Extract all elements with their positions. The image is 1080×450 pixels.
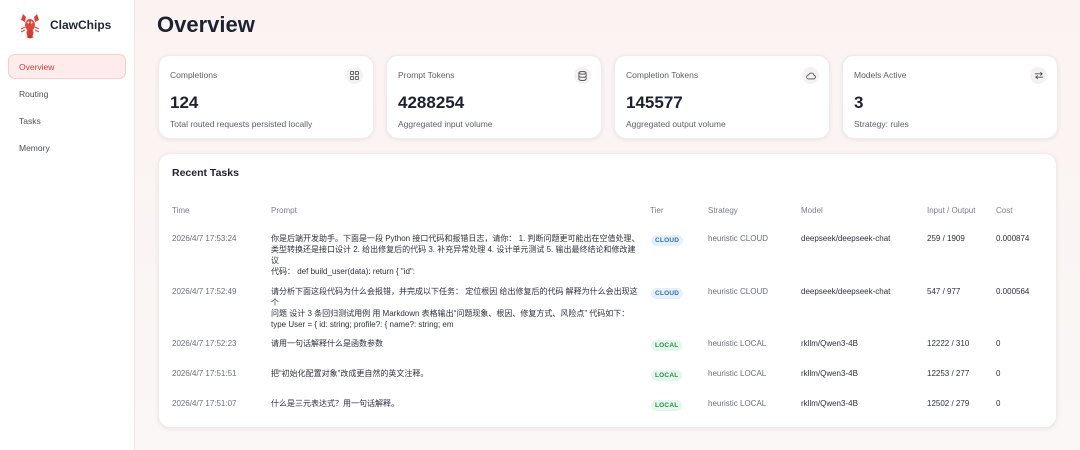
task-input-output: 259 / 1909 xyxy=(927,234,965,243)
task-strategy: heuristic CLOUD xyxy=(708,234,769,243)
sidebar-item-memory[interactable]: Memory xyxy=(8,135,126,160)
task-prompt-line: 问题 设计 3 条回归测试用例 用 Markdown 表格输出“问题现象、根因、… xyxy=(271,309,630,318)
page-title: Overview xyxy=(157,12,255,37)
task-time: 2026/4/7 17:51:51 xyxy=(172,369,237,378)
task-prompt-line: 什么是三元表达式？用一句话解释。 xyxy=(271,399,399,408)
task-input-output: 547 / 977 xyxy=(927,287,961,296)
task-prompt-line: 请用一句话解释什么是函数参数 xyxy=(271,339,383,348)
task-prompt: 你是后端开发助手。下面是一段 Python 接口代码和报错日志，请你： 1. 判… xyxy=(271,233,643,277)
task-prompt: 请分析下面这段代码为什么会报错，并完成以下任务： 定位根因 给出修复后的代码 解… xyxy=(271,286,643,330)
task-prompt-line: type User = { id: string; profile?: { na… xyxy=(271,320,454,329)
stat-card-completion-tokens: Completion Tokens 145577 Aggregated outp… xyxy=(614,55,830,139)
grid-icon xyxy=(346,67,363,84)
task-cost: 0.000564 xyxy=(996,287,1030,296)
task-strategy: heuristic LOCAL xyxy=(708,399,767,408)
task-time: 2026/4/7 17:52:23 xyxy=(172,339,237,348)
task-strategy: heuristic CLOUD xyxy=(708,287,769,296)
task-model: deepseek/deepseek-chat xyxy=(801,234,891,243)
recent-tasks-title: Recent Tasks xyxy=(172,167,239,179)
task-model: deepseek/deepseek-chat xyxy=(801,287,891,296)
task-prompt: 把“初始化配置对象”改成更自然的英文注释。 xyxy=(271,368,643,379)
task-time: 2026/4/7 17:53:24 xyxy=(172,234,237,243)
task-model: rkllm/Qwen3-4B xyxy=(801,399,858,408)
task-input-output: 12502 / 279 xyxy=(927,399,970,408)
stat-subtitle: Aggregated input volume xyxy=(398,119,493,129)
lobster-logo-icon xyxy=(20,14,40,39)
column-header-prompt: Prompt xyxy=(271,206,297,215)
task-cost: 0 xyxy=(996,339,1001,348)
task-time: 2026/4/7 17:52:49 xyxy=(172,287,237,296)
stat-value: 145577 xyxy=(626,93,683,112)
task-prompt-line: 请分析下面这段代码为什么会报错，并完成以下任务： 定位根因 给出修复后的代码 解… xyxy=(271,287,638,307)
stat-subtitle: Total routed requests persisted locally xyxy=(170,119,313,129)
column-header-time: Time xyxy=(172,206,190,215)
task-strategy: heuristic LOCAL xyxy=(708,369,767,378)
task-prompt: 请用一句话解释什么是函数参数 xyxy=(271,338,643,349)
tier-badge: LOCAL xyxy=(651,340,683,351)
task-prompt-line: 代码： def build_user(data): return { "id": xyxy=(271,267,415,276)
column-header-model: Model xyxy=(801,206,823,215)
task-prompt-line: 你是后端开发助手。下面是一段 Python 接口代码和报错日志，请你： 1. 判… xyxy=(271,234,640,243)
app-name: ClawChips xyxy=(50,18,112,32)
task-time: 2026/4/7 17:51:07 xyxy=(172,399,237,408)
column-header-cost: Cost xyxy=(996,206,1013,215)
stat-value: 4288254 xyxy=(398,93,465,112)
main-content: Overview Completions 124 Total routed re… xyxy=(135,0,1080,450)
sidebar-item-tasks[interactable]: Tasks xyxy=(8,108,126,133)
brand[interactable]: ClawChips xyxy=(0,0,134,50)
stat-label: Completion Tokens xyxy=(626,70,699,80)
task-strategy: heuristic LOCAL xyxy=(708,339,767,348)
task-input-output: 12253 / 277 xyxy=(927,369,970,378)
sidebar-nav: Overview Routing Tasks Memory xyxy=(0,50,134,166)
stat-card-prompt-tokens: Prompt Tokens 4288254 Aggregated input v… xyxy=(386,55,602,139)
tier-badge: CLOUD xyxy=(651,235,684,246)
task-cost: 0.000874 xyxy=(996,234,1030,243)
stat-card-models-active: Models Active 3 Strategy: rules xyxy=(842,55,1058,139)
tier-badge: LOCAL xyxy=(651,400,683,411)
stat-label: Completions xyxy=(170,70,218,80)
tier-badge: LOCAL xyxy=(651,370,683,381)
task-cost: 0 xyxy=(996,369,1001,378)
stat-subtitle: Strategy: rules xyxy=(854,119,909,129)
stat-label: Prompt Tokens xyxy=(398,70,455,80)
column-header-input-output: Input / Output xyxy=(927,206,976,215)
task-prompt-line: 类型转换还是接口设计 2. 给出修复后的代码 3. 补充异常处理 4. 设计单元… xyxy=(271,245,636,265)
task-model: rkllm/Qwen3-4B xyxy=(801,339,858,348)
swap-icon xyxy=(1030,67,1047,84)
recent-tasks-card: Recent Tasks Time Prompt Tier Strategy M… xyxy=(158,153,1057,428)
column-header-tier: Tier xyxy=(650,206,664,215)
cloud-icon xyxy=(802,67,819,84)
tier-badge: CLOUD xyxy=(651,288,684,299)
sidebar: ClawChips Overview Routing Tasks Memory xyxy=(0,0,135,450)
stat-value: 3 xyxy=(854,93,864,112)
task-model: rkllm/Qwen3-4B xyxy=(801,369,858,378)
database-icon xyxy=(574,67,591,84)
task-input-output: 12222 / 310 xyxy=(927,339,970,348)
task-prompt-line: 把“初始化配置对象”改成更自然的英文注释。 xyxy=(271,369,429,378)
column-header-strategy: Strategy xyxy=(708,206,738,215)
sidebar-item-overview[interactable]: Overview xyxy=(8,54,126,79)
sidebar-item-routing[interactable]: Routing xyxy=(8,81,126,106)
task-prompt: 什么是三元表达式？用一句话解释。 xyxy=(271,398,643,409)
task-cost: 0 xyxy=(996,399,1001,408)
stat-subtitle: Aggregated output volume xyxy=(626,119,726,129)
stat-label: Models Active xyxy=(854,70,907,80)
stat-card-completions: Completions 124 Total routed requests pe… xyxy=(158,55,374,139)
stat-value: 124 xyxy=(170,93,199,112)
